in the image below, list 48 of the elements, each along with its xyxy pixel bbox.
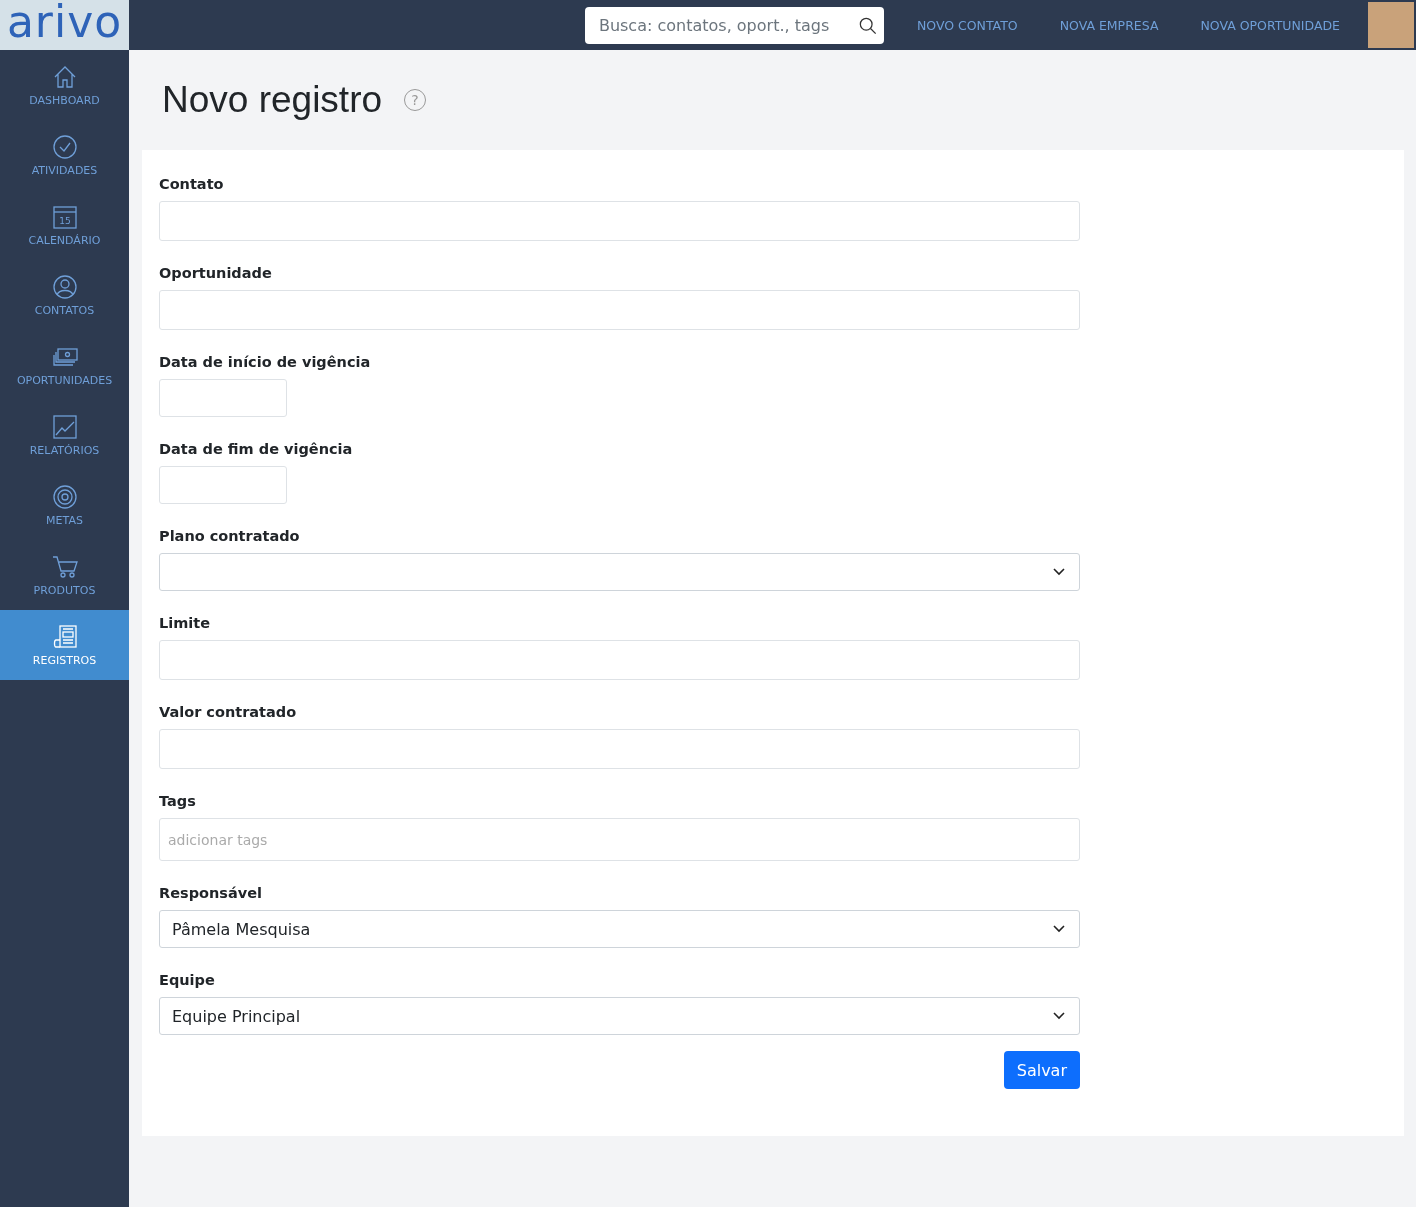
document-icon bbox=[51, 623, 78, 650]
field-label: Responsável bbox=[159, 885, 263, 901]
field-label: Oportunidade bbox=[159, 265, 273, 281]
sidebar-item[interactable]: REGISTROS bbox=[0, 610, 129, 680]
text-field[interactable] bbox=[159, 201, 1080, 241]
text-field[interactable] bbox=[159, 729, 1080, 769]
sidebar-item[interactable]: DASHBOARD bbox=[0, 50, 129, 120]
caret-icon bbox=[1053, 1012, 1065, 1020]
sidebar-item[interactable]: CONTATOS bbox=[0, 260, 129, 330]
field-label: Data de início de vigência bbox=[159, 354, 372, 370]
save-button[interactable]: Salvar bbox=[1003, 1051, 1080, 1089]
nav-link[interactable]: NOVO CONTATO bbox=[916, 17, 1018, 33]
cart-icon bbox=[51, 553, 78, 580]
field-label: Valor contratado bbox=[159, 704, 298, 720]
sidebar-item[interactable]: OPORTUNIDADES bbox=[0, 330, 129, 400]
nav-link[interactable]: NOVA OPORTUNIDADE bbox=[1200, 17, 1340, 33]
select-field[interactable]: Pâmela Mesquisa bbox=[159, 910, 1080, 948]
avatar-photo[interactable] bbox=[1368, 2, 1414, 48]
person-icon bbox=[51, 273, 78, 300]
field-label: Plano contratado bbox=[159, 528, 301, 544]
sidebar-item[interactable]: PRODUTOS bbox=[0, 540, 129, 610]
field-label: Data de fim de vigência bbox=[159, 441, 354, 457]
sidebar-item[interactable]: METAS bbox=[0, 470, 129, 540]
line-chart-icon bbox=[51, 413, 78, 440]
calendar-icon: 15 bbox=[51, 203, 78, 230]
page-title: Novo registro bbox=[162, 79, 383, 121]
text-field[interactable] bbox=[159, 290, 1080, 330]
field-label: Tags bbox=[159, 793, 197, 809]
text-field[interactable] bbox=[159, 640, 1080, 680]
check-circle-icon bbox=[51, 133, 78, 160]
sidebar-item[interactable]: RELATÓRIOS bbox=[0, 400, 129, 470]
select-field[interactable] bbox=[159, 553, 1080, 591]
date-field[interactable] bbox=[159, 466, 287, 504]
sidebar-item[interactable]: 15 CALENDÁRIO bbox=[0, 190, 129, 260]
date-field[interactable] bbox=[159, 379, 287, 417]
nav-link[interactable]: NOVA EMPRESA bbox=[1059, 17, 1159, 33]
target-icon bbox=[51, 483, 78, 510]
search-field[interactable]: Busca: contatos, oport., tags bbox=[584, 6, 884, 44]
select-field[interactable]: Equipe Principal bbox=[159, 997, 1080, 1035]
caret-icon bbox=[1053, 568, 1065, 576]
field-label: Contato bbox=[159, 176, 225, 192]
field-label: Limite bbox=[159, 615, 212, 631]
sidebar-item[interactable]: ATIVIDADES bbox=[0, 120, 129, 190]
search-icon bbox=[858, 16, 877, 35]
logo[interactable]: arivo bbox=[0, 0, 129, 50]
caret-icon bbox=[1053, 925, 1065, 933]
tags-field[interactable]: adicionar tags bbox=[159, 818, 1080, 861]
field-label: Equipe bbox=[159, 972, 216, 988]
